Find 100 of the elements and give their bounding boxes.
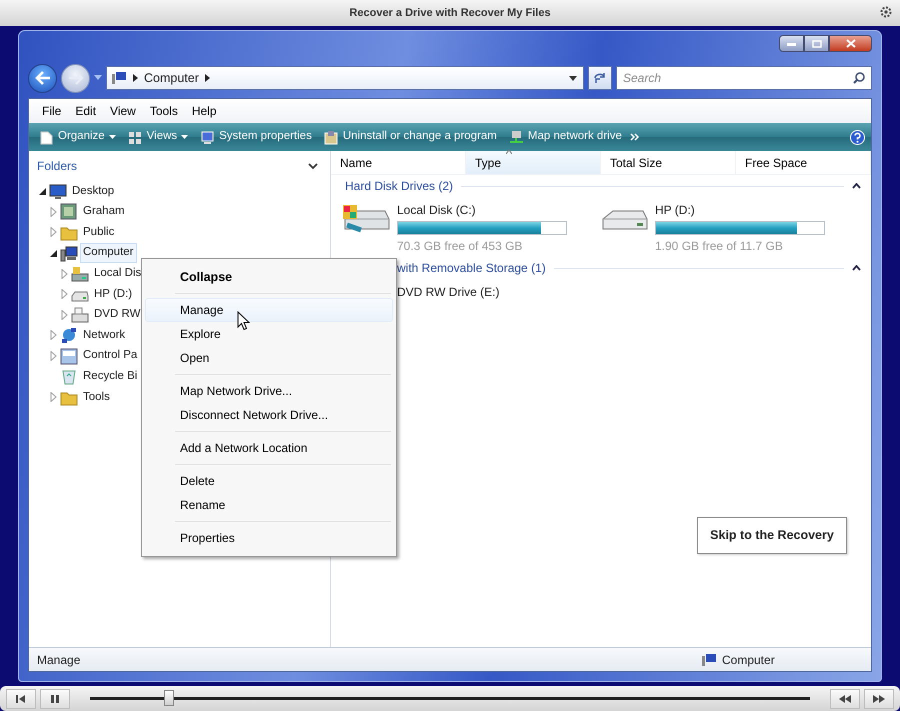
search-field[interactable]: Search [616,66,872,90]
hard-drive-icon [71,265,89,282]
collapsed-arrow-icon[interactable] [59,289,69,300]
maximize-icon [812,40,822,48]
chevron-down-icon[interactable] [308,162,318,170]
menu-item[interactable]: Edit [68,102,104,120]
toolbar-button[interactable]: System properties [196,126,316,148]
tree-item[interactable]: Computer [80,243,136,263]
menu-item[interactable]: Open [145,346,393,370]
collapsed-arrow-icon[interactable] [48,392,58,402]
monitor-icon [49,182,67,200]
optical-drive-icon [71,306,89,324]
fast-forward-button[interactable] [864,688,894,708]
pane-title: Folders [37,158,78,175]
tree-item[interactable]: Local Dis [91,264,144,284]
network-drive-icon [508,130,524,144]
user-picture-icon [60,203,78,220]
mouse-pointer-icon [237,311,250,331]
collapsed-arrow-icon[interactable] [48,330,58,340]
settings-icon[interactable] [880,6,892,18]
search-icon[interactable] [853,72,865,84]
views-icon [128,130,143,144]
rewind-button[interactable] [830,688,860,708]
chevron-right-icon[interactable] [204,74,210,82]
menu-item[interactable]: Rename [145,493,393,517]
computer-icon [60,244,78,262]
collapsed-arrow-icon[interactable] [48,227,58,238]
menu-item[interactable]: File [35,102,68,120]
collapse-chevron-icon[interactable] [852,183,861,189]
menu-item[interactable]: Explore [145,322,393,346]
dropdown-arrow-icon[interactable] [569,76,577,80]
toolbar-button[interactable]: Views [124,126,192,148]
tree-item[interactable]: Public [80,222,118,242]
history-dropdown-icon[interactable] [94,75,102,81]
computer-icon [701,652,717,666]
tree-item[interactable]: Control Pa [80,346,140,366]
refresh-button[interactable] [588,66,612,90]
video-title: Recover a Drive with Recover My Files [349,6,551,21]
box-icon [324,130,339,144]
chevron-right-icon[interactable] [133,74,138,82]
toolbar-button[interactable]: Organize [35,126,120,148]
previous-button[interactable] [6,688,36,708]
pause-button[interactable] [40,688,70,708]
drive-name[interactable]: HP (D:) [655,201,825,219]
drive-name[interactable]: Local Disk (C:) [397,201,567,219]
group-header[interactable]: with Removable Storage (1) [397,259,546,277]
free-space-text: 70.3 GB free of 453 GB [397,238,524,255]
breadcrumb-item[interactable]: Computer [144,68,199,88]
tree-item[interactable]: Network [80,326,128,346]
menu-item[interactable]: Collapse [145,265,393,289]
address-bar[interactable]: Computer [106,66,584,90]
collapsed-arrow-icon[interactable] [48,206,58,217]
minimize-button[interactable] [779,35,804,52]
tree-item[interactable]: DVD RW [91,305,144,324]
pause-icon [51,694,59,702]
drive-name[interactable]: DVD RW Drive (E:) [397,283,500,301]
close-icon [846,39,856,48]
network-icon [60,326,78,344]
page-icon [39,130,54,144]
back-button[interactable] [28,64,57,92]
computer-icon [111,71,127,85]
menu-item[interactable]: Delete [145,469,393,493]
tree-item[interactable]: Graham [80,202,128,222]
expanded-arrow-icon[interactable] [48,248,58,258]
menu-item[interactable]: Add a Network Location [145,436,393,460]
skip-button[interactable]: Skip to the Recovery [697,517,847,554]
close-button[interactable] [829,35,872,52]
free-space-text: 1.90 GB free of 11.7 GB [655,238,784,255]
toolbar-button[interactable]: Map network drive [504,126,626,148]
monitor-icon [200,130,216,144]
menu-item[interactable]: View [103,102,143,120]
collapsed-arrow-icon[interactable] [59,268,69,279]
forward-button[interactable] [61,64,90,92]
menu-item[interactable]: Manage [145,298,393,322]
refresh-icon [593,72,607,84]
rewind-icon [839,694,851,702]
menu-item[interactable]: Map Network Drive... [145,379,393,403]
column-header[interactable]: Type [466,151,601,174]
collapse-chevron-icon[interactable] [852,265,861,271]
collapsed-arrow-icon[interactable] [59,310,69,320]
tree-item[interactable]: HP (D:) [91,284,136,304]
menu-item[interactable]: Help [184,102,224,120]
tree-item[interactable]: Recycle Bi [80,367,140,386]
group-header[interactable]: Hard Disk Drives (2) [345,177,454,195]
recycle-bin-icon [60,368,78,386]
status-text: Manage [37,652,80,668]
minimize-icon [787,42,796,46]
tree-item[interactable]: Tools [80,388,113,407]
fast-forward-icon [873,694,885,702]
expanded-arrow-icon[interactable] [37,186,47,196]
tree-item[interactable]: Desktop [69,182,118,201]
help-icon[interactable] [850,130,865,144]
toolbar-button[interactable]: Uninstall or change a program [320,126,501,148]
caret-icon [108,135,116,139]
more-chevron-icon[interactable] [630,133,640,141]
menu-item[interactable]: Properties [145,526,393,550]
maximize-button[interactable] [804,35,829,52]
menu-item[interactable]: Tools [142,102,185,120]
menu-item[interactable]: Disconnect Network Drive... [145,403,393,427]
collapsed-arrow-icon[interactable] [48,351,58,362]
